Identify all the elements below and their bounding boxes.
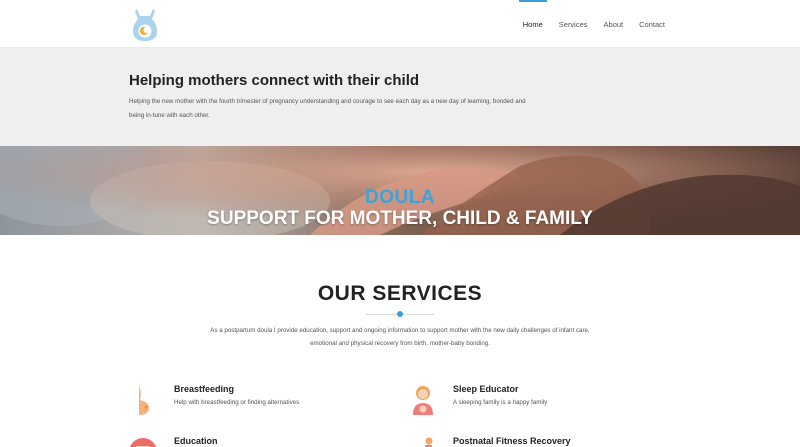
nav-contact-label: Contact <box>639 19 665 29</box>
banner-section: DOULA SUPPORT FOR MOTHER, CHILD & FAMILY <box>0 146 800 235</box>
hero-title: Helping mothers connect with their child <box>129 72 420 89</box>
hero-section: Helping mothers connect with their child… <box>0 48 800 146</box>
hero-text: Helping the new mother with the fourth t… <box>129 98 526 119</box>
nav-contact[interactable]: Contact <box>639 0 665 48</box>
banner-kicker: DOULA <box>364 187 436 208</box>
nav-services-label: Services <box>558 19 588 29</box>
nav-services[interactable]: Services <box>559 0 588 48</box>
services-title: OUR SERVICES <box>317 282 483 305</box>
sleeping-mother-icon <box>413 386 433 415</box>
breastfeeding-icon <box>139 385 149 415</box>
nav-about[interactable]: About <box>604 0 624 48</box>
nav-about-label: About <box>603 19 624 29</box>
site-header: Home Services About Contact <box>0 0 800 48</box>
service-title: Postnatal Fitness Recovery <box>453 436 571 446</box>
fitness-icon <box>425 437 433 447</box>
services-intro: As a postpartum doula I provide educatio… <box>210 327 590 347</box>
nav-home[interactable]: Home <box>518 0 547 48</box>
service-desc: A sleeping family is a happy family <box>453 399 548 406</box>
nav-home-label: Home <box>522 19 543 29</box>
service-desc: Help with breastfeeding or finding alter… <box>174 399 300 406</box>
education-icon <box>129 438 157 447</box>
doula-logo-icon[interactable] <box>131 7 159 43</box>
service-title: Breastfeeding <box>174 384 235 394</box>
divider-dot-icon <box>397 311 403 317</box>
service-title: Education <box>174 436 218 446</box>
main-nav: Home Services About Contact <box>507 0 665 48</box>
service-title: Sleep Educator <box>453 384 519 394</box>
banner-tagline: SUPPORT FOR MOTHER, CHILD & FAMILY <box>207 208 593 229</box>
